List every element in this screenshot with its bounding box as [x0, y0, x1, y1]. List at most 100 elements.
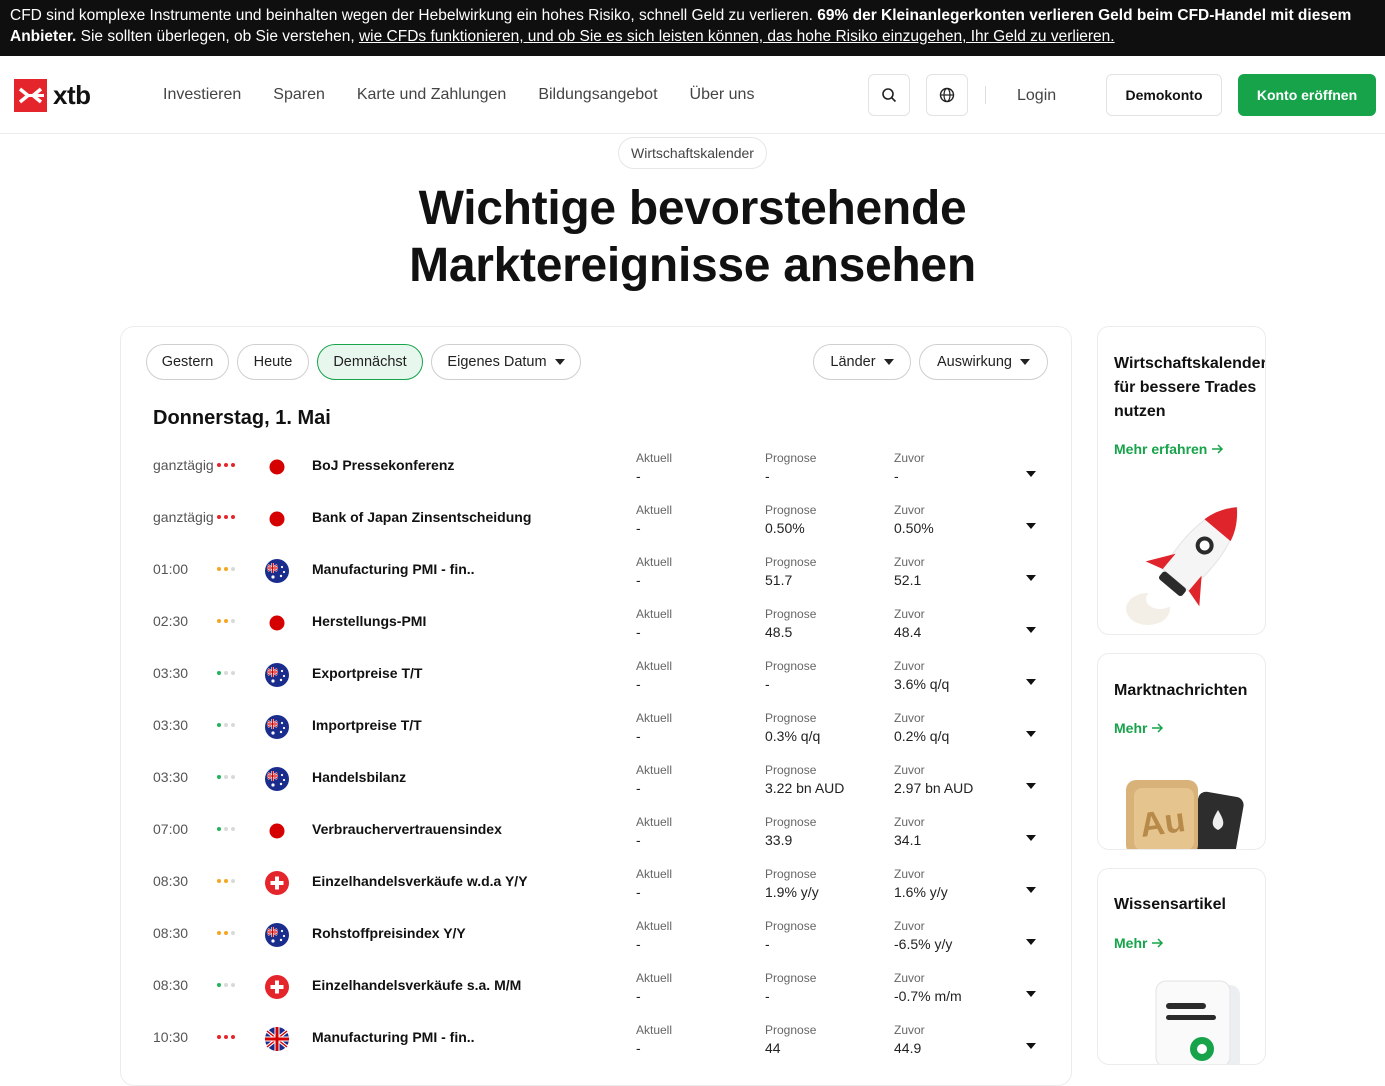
chevron-down-icon	[1026, 783, 1036, 789]
login-link[interactable]: Login	[1017, 87, 1056, 105]
open-account-button[interactable]: Konto eröffnen	[1238, 74, 1376, 116]
impact-dot	[217, 723, 221, 727]
previous-label: Zuvor	[894, 1023, 925, 1037]
nav-item-karte-zahlungen[interactable]: Karte und Zahlungen	[357, 86, 506, 104]
forecast-value: 33.9	[765, 832, 793, 848]
forecast-label: Prognose	[765, 867, 817, 881]
filter-custom-date[interactable]: Eigenes Datum	[431, 344, 581, 380]
event-row[interactable]: 03:30 Exportpreise T/T Aktuell - Prognose - Zu…	[121, 649, 1071, 701]
actual-column: Aktuell -	[636, 449, 672, 485]
actual-column: Aktuell -	[636, 813, 672, 849]
filter-upcoming[interactable]: Demnächst	[317, 344, 423, 380]
japan-flag-icon	[265, 819, 289, 843]
event-row[interactable]: 08:30 Einzelhandelsverkäufe s.a. M/M Aktue…	[121, 961, 1071, 1013]
impact-dot	[231, 879, 235, 883]
expand-row-button[interactable]	[1026, 984, 1036, 1002]
impact-dot	[231, 1035, 235, 1039]
impact-dot	[217, 827, 221, 831]
promo-card-calendar[interactable]: Wirtschaftskalender für bessere Trades n…	[1097, 326, 1266, 635]
actual-label: Aktuell	[636, 503, 673, 517]
xtb-logo[interactable]: xtb	[14, 79, 91, 112]
expand-row-button[interactable]	[1026, 828, 1036, 846]
market-news-more-link[interactable]: Mehr	[1114, 720, 1164, 736]
nav-item-ueber-uns[interactable]: Über uns	[690, 86, 755, 104]
chevron-down-icon	[1026, 471, 1036, 477]
previous-column: Zuvor 0.50%	[894, 501, 934, 537]
previous-value: 44.9	[894, 1040, 922, 1056]
event-row[interactable]: 03:30 Handelsbilanz Aktuell - Prognose 3.22 b…	[121, 753, 1071, 805]
previous-column: Zuvor -0.7% m/m	[894, 969, 962, 1005]
page-title: Wichtige bevorstehende Marktereignisse a…	[0, 180, 1385, 294]
filter-impact[interactable]: Auswirkung	[919, 344, 1048, 380]
event-name: Herstellungs-PMI	[312, 613, 427, 629]
event-row[interactable]: 08:30 Einzelhandelsverkäufe w.d.a Y/Y Aktu…	[121, 857, 1071, 909]
expand-row-button[interactable]	[1026, 672, 1036, 690]
gold-badge-text: Au	[1137, 801, 1188, 845]
event-row[interactable]: 01:00 Manufacturing PMI - fin.. Aktuell - Pr…	[121, 545, 1071, 597]
nav-item-sparen[interactable]: Sparen	[273, 86, 325, 104]
event-row[interactable]: ganztägig Bank of Japan Zinsentscheidung A…	[121, 493, 1071, 545]
event-row[interactable]: 02:30 Herstellungs-PMI Aktuell - Prognose 48.…	[121, 597, 1071, 649]
actual-label: Aktuell	[636, 555, 673, 569]
knowledge-more-link[interactable]: Mehr	[1114, 935, 1164, 951]
promo-card-title: Wirtschaftskalender für bessere Trades n…	[1114, 352, 1265, 424]
market-news-card[interactable]: Marktnachrichten Mehr Au	[1097, 653, 1266, 850]
filter-yesterday[interactable]: Gestern	[146, 344, 229, 380]
expand-row-button[interactable]	[1026, 568, 1036, 586]
search-button[interactable]	[868, 74, 910, 116]
previous-label: Zuvor	[894, 503, 925, 517]
nav-item-bildungsangebot[interactable]: Bildungsangebot	[538, 86, 657, 104]
forecast-column: Prognose -	[765, 969, 816, 1005]
previous-column: Zuvor -6.5% y/y	[894, 917, 952, 953]
forecast-label: Prognose	[765, 659, 817, 673]
risk-info-link[interactable]: wie CFDs funktionieren, und ob Sie es si…	[359, 28, 1115, 45]
impact-dot	[224, 463, 228, 467]
expand-row-button[interactable]	[1026, 620, 1036, 638]
expand-row-button[interactable]	[1026, 880, 1036, 898]
forecast-label: Prognose	[765, 503, 817, 517]
expand-row-button[interactable]	[1026, 464, 1036, 482]
actual-label: Aktuell	[636, 867, 673, 881]
expand-row-button[interactable]	[1026, 932, 1036, 950]
impact-dot	[217, 1035, 221, 1039]
forecast-column: Prognose 51.7	[765, 553, 816, 589]
main-nav: Investieren Sparen Karte und Zahlungen B…	[163, 86, 754, 104]
learn-more-link[interactable]: Mehr erfahren	[1114, 441, 1224, 457]
expand-row-button[interactable]	[1026, 776, 1036, 794]
filter-today[interactable]: Heute	[237, 344, 309, 380]
filter-countries-label: Länder	[830, 354, 876, 370]
page-title-line1: Wichtige bevorstehende	[418, 182, 967, 235]
nav-item-investieren[interactable]: Investieren	[163, 86, 241, 104]
impact-dot	[231, 515, 235, 519]
previous-value: -	[894, 468, 899, 484]
actual-value: -	[636, 520, 641, 536]
filter-countries[interactable]: Länder	[813, 344, 911, 380]
expand-row-button[interactable]	[1026, 1036, 1036, 1054]
previous-label: Zuvor	[894, 867, 925, 881]
event-time: ganztägig	[153, 457, 214, 473]
event-row[interactable]: 07:00 Verbrauchervertrauensindex Aktuell - P…	[121, 805, 1071, 857]
forecast-label: Prognose	[765, 555, 817, 569]
chevron-down-icon	[1026, 887, 1036, 893]
event-name: Importpreise T/T	[312, 717, 422, 733]
forecast-column: Prognose 3.22 bn AUD	[765, 761, 844, 797]
impact-dot	[224, 983, 228, 987]
event-row[interactable]: ganztägig BoJ Pressekonferenz Aktuell - Prog…	[121, 441, 1071, 493]
expand-row-button[interactable]	[1026, 724, 1036, 742]
language-button[interactable]	[926, 74, 968, 116]
previous-label: Zuvor	[894, 971, 925, 985]
chevron-down-icon	[1026, 679, 1036, 685]
expand-row-button[interactable]	[1026, 516, 1036, 534]
previous-value: 3.6% q/q	[894, 676, 950, 692]
previous-label: Zuvor	[894, 763, 925, 777]
risk-text-a: CFD sind komplexe Instrumente und beinha…	[10, 7, 818, 24]
impact-indicator	[217, 775, 235, 779]
previous-value: 52.1	[894, 572, 922, 588]
knowledge-card[interactable]: Wissensartikel Mehr	[1097, 868, 1266, 1065]
impact-indicator	[217, 619, 235, 623]
chevron-down-icon	[1026, 731, 1036, 737]
event-row[interactable]: 10:30 Manufacturing PMI - fin.. Aktuell - Pr…	[121, 1013, 1071, 1065]
event-row[interactable]: 08:30 Rohstoffpreisindex Y/Y Aktuell - Progn…	[121, 909, 1071, 961]
demo-account-button[interactable]: Demokonto	[1106, 74, 1222, 116]
event-row[interactable]: 03:30 Importpreise T/T Aktuell - Prognose 0.3…	[121, 701, 1071, 753]
